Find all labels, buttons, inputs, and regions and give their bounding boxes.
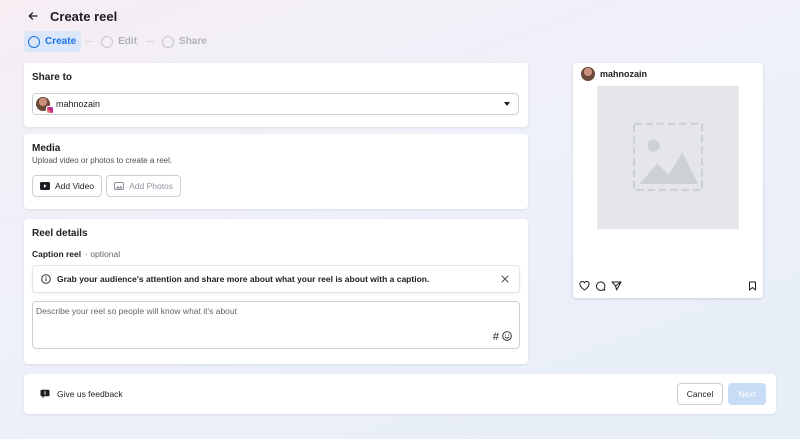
add-video-button[interactable]: Add Video xyxy=(32,175,103,197)
close-icon[interactable] xyxy=(499,273,511,285)
instagram-icon xyxy=(46,106,54,114)
caption-tip-banner: Grab your audience's attention and share… xyxy=(32,265,520,293)
cancel-button[interactable]: Cancel xyxy=(677,383,723,405)
preview-actions xyxy=(573,276,763,298)
feedback-icon xyxy=(40,389,50,399)
bookmark-icon[interactable] xyxy=(748,278,757,296)
step-label: Edit xyxy=(118,36,138,47)
image-placeholder-icon xyxy=(597,86,739,230)
avatar xyxy=(581,67,595,81)
step-divider xyxy=(146,41,155,42)
media-card: Media Upload video or photos to create a… xyxy=(24,134,528,209)
media-buttons: Add Video Add Photos xyxy=(32,175,520,197)
reel-preview: mahnozain xyxy=(573,63,763,298)
add-video-label: Add Video xyxy=(55,181,95,191)
caret-down-icon xyxy=(504,102,510,106)
caption-label: Caption reel xyxy=(32,249,82,259)
preview-header: mahnozain xyxy=(573,63,763,85)
header: Create reel xyxy=(24,6,117,26)
caption-label-row: Caption reel · optional xyxy=(32,249,520,259)
banner-text: Grab your audience's attention and share… xyxy=(57,274,430,284)
step-create[interactable]: Create xyxy=(24,31,82,52)
add-photos-label: Add Photos xyxy=(129,181,174,191)
avatar xyxy=(36,97,54,114)
add-photos-button[interactable]: Add Photos xyxy=(106,175,182,197)
video-icon xyxy=(40,182,50,190)
footer-bar: Give us feedback Cancel Next xyxy=(24,374,776,414)
step-circle-icon xyxy=(28,35,40,48)
hashtag-icon[interactable]: # xyxy=(493,332,499,343)
step-circle-icon xyxy=(101,35,114,48)
emoji-icon[interactable] xyxy=(502,331,512,343)
caption-input[interactable]: Describe your reel so people will know w… xyxy=(32,301,520,349)
share-to-card: Share to mahnozain xyxy=(24,63,528,127)
caption-placeholder: Describe your reel so people will know w… xyxy=(36,306,237,316)
step-circle-icon xyxy=(162,35,175,48)
share-icon[interactable] xyxy=(611,278,622,296)
feedback-label: Give us feedback xyxy=(57,389,123,399)
next-button[interactable]: Next xyxy=(728,383,766,405)
back-arrow-icon[interactable] xyxy=(24,7,42,25)
step-label: Create xyxy=(45,36,77,47)
info-icon xyxy=(41,274,51,284)
reel-details-card: Reel details Caption reel · optional Gra… xyxy=(24,219,528,364)
account-select[interactable]: mahnozain xyxy=(32,93,519,115)
reel-details-title: Reel details xyxy=(32,228,88,239)
feedback-link[interactable]: Give us feedback xyxy=(40,389,123,399)
media-subtitle: Upload video or photos to create a reel. xyxy=(32,156,173,165)
account-name: mahnozain xyxy=(56,99,101,109)
caption-tools: # xyxy=(493,331,512,343)
step-edit[interactable]: Edit xyxy=(97,31,142,52)
media-title: Media xyxy=(32,143,61,154)
stepper: Create Edit Share xyxy=(24,31,216,52)
page-title: Create reel xyxy=(50,8,118,24)
preview-account-name: mahnozain xyxy=(600,69,648,79)
step-share[interactable]: Share xyxy=(158,31,212,52)
share-to-title: Share to xyxy=(32,72,73,83)
step-divider xyxy=(85,41,94,42)
comment-icon[interactable] xyxy=(595,278,606,296)
step-label: Share xyxy=(179,36,207,47)
heart-icon[interactable] xyxy=(579,278,590,296)
caption-optional: · optional xyxy=(85,249,121,259)
photo-icon xyxy=(114,182,125,190)
